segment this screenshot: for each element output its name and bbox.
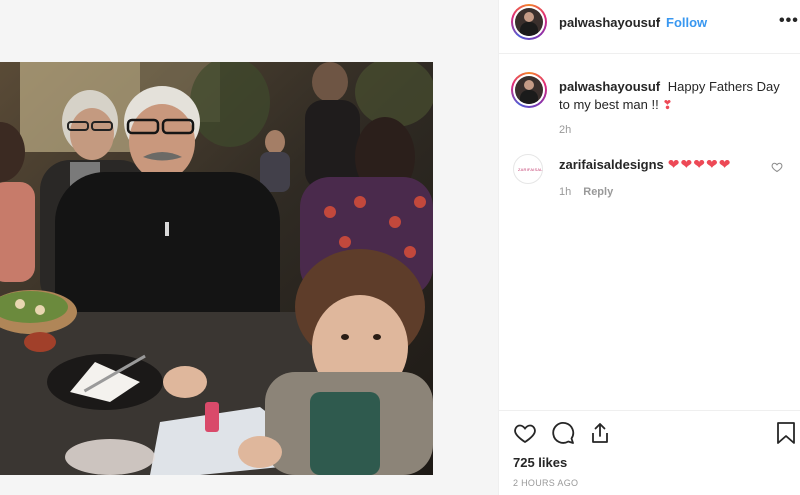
commenter-avatar[interactable]: ZARIFAISAL [513, 154, 543, 184]
comment-time[interactable]: 1h [559, 186, 571, 198]
comment-text-block: zarifaisaldesigns ❤❤❤❤❤ [559, 156, 731, 173]
share-icon[interactable] [588, 421, 612, 445]
follow-button[interactable]: Follow [666, 15, 707, 30]
comment-hearts: ❤❤❤❤❤ [667, 156, 732, 172]
separator-dot: • [656, 14, 661, 28]
comment-icon[interactable] [551, 421, 575, 445]
more-icon[interactable]: ••• [779, 12, 799, 30]
photo-area [0, 0, 498, 495]
actions-section: 725 likes 2 HOURS AGO [499, 410, 800, 495]
post-photo[interactable] [0, 62, 433, 475]
caption-avatar[interactable] [511, 72, 547, 108]
post-panel: palwashayousuf • Follow ••• palwashayous… [498, 0, 800, 495]
heart-exclamation-icon: ❣ [662, 98, 673, 112]
comment-item: ZARIFAISAL zarifaisaldesigns ❤❤❤❤❤ 1h Repl… [499, 148, 800, 208]
post-header: palwashayousuf • Follow ••• [499, 0, 800, 54]
commenter-username[interactable]: zarifaisaldesigns [559, 157, 664, 172]
commenter-avatar-logo: ZARIFAISAL [518, 167, 543, 172]
photo-illustration [0, 62, 433, 475]
reply-button[interactable]: Reply [583, 186, 613, 198]
comment-meta: 1h Reply [559, 186, 613, 198]
comment-like-heart-icon[interactable] [771, 161, 783, 173]
caption-username[interactable]: palwashayousuf [559, 79, 660, 94]
heart-icon[interactable] [513, 421, 537, 445]
author-avatar[interactable] [511, 4, 547, 40]
caption-text-block: palwashayousuf Happy Fathers Day to my b… [559, 78, 791, 114]
bookmark-icon[interactable] [776, 421, 796, 445]
author-username[interactable]: palwashayousuf [559, 15, 660, 30]
caption-time[interactable]: 2h [559, 124, 571, 136]
post-timestamp[interactable]: 2 HOURS AGO [513, 478, 578, 488]
likes-count[interactable]: 725 likes [513, 455, 567, 470]
